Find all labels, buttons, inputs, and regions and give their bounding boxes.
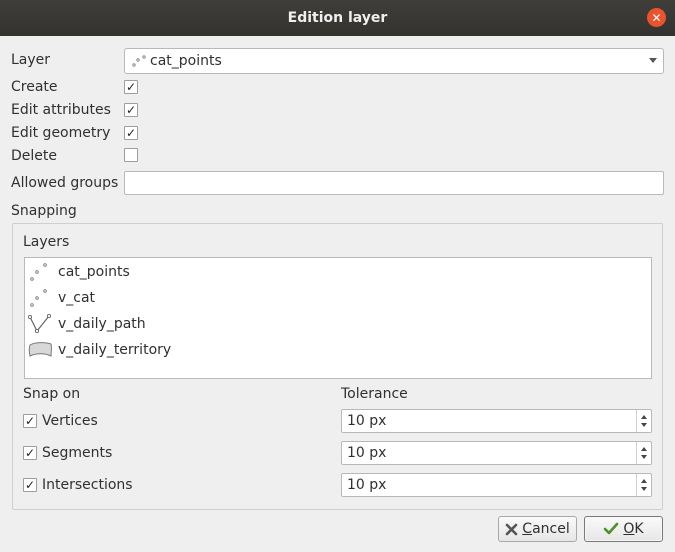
close-icon: ✕ (651, 10, 662, 25)
list-item[interactable]: v_daily_territory (25, 338, 651, 362)
tolerance-value: 10 px (347, 445, 387, 461)
ok-button[interactable]: OK (584, 516, 663, 542)
list-item[interactable]: v_cat (25, 286, 651, 310)
list-item[interactable]: v_daily_path (25, 312, 651, 336)
point-layer-icon (132, 55, 146, 67)
segments-tolerance-spinbox[interactable]: 10 px (341, 441, 652, 465)
title-bar: Edition layer ✕ (0, 0, 675, 36)
segments-label: Segments (42, 445, 113, 461)
layer-name: v_daily_path (58, 316, 146, 332)
layer-combobox[interactable]: cat_points (124, 48, 664, 74)
layers-label: Layers (23, 234, 70, 250)
cancel-label: Cancel (522, 521, 570, 537)
spin-down-icon[interactable] (641, 487, 647, 491)
tolerance-value: 10 px (347, 477, 387, 493)
cancel-button[interactable]: Cancel (498, 516, 577, 542)
segments-checkbox[interactable]: ✓ (23, 446, 37, 460)
layer-selected-value: cat_points (150, 53, 222, 69)
delete-label: Delete (11, 148, 57, 164)
checkmark-icon (604, 522, 619, 535)
spin-down-icon[interactable] (641, 423, 647, 427)
spin-up-icon[interactable] (641, 479, 647, 483)
close-button[interactable]: ✕ (647, 8, 666, 27)
intersections-tolerance-spinbox[interactable]: 10 px (341, 473, 652, 497)
layer-label: Layer (11, 52, 51, 68)
layer-name: cat_points (58, 264, 130, 280)
tolerance-value: 10 px (347, 413, 387, 429)
edit-geometry-checkbox[interactable]: ✓ (124, 126, 138, 140)
create-checkbox[interactable]: ✓ (124, 80, 138, 94)
spin-down-icon[interactable] (641, 455, 647, 459)
edit-attributes-checkbox[interactable]: ✓ (124, 103, 138, 117)
point-layer-icon (27, 260, 55, 284)
chevron-down-icon[interactable] (649, 58, 657, 63)
allowed-groups-input[interactable] (124, 171, 664, 195)
spin-up-icon[interactable] (641, 415, 647, 419)
spin-up-icon[interactable] (641, 447, 647, 451)
window-title: Edition layer (287, 10, 388, 26)
snapping-title: Snapping (11, 203, 77, 219)
edit-attributes-label: Edit attributes (11, 102, 111, 118)
snap-on-label: Snap on (23, 386, 81, 402)
tolerance-label: Tolerance (341, 386, 408, 402)
delete-checkbox[interactable] (124, 148, 138, 162)
vertices-checkbox[interactable]: ✓ (23, 414, 37, 428)
allowed-groups-label: Allowed groups (11, 175, 119, 191)
cancel-icon (505, 523, 518, 535)
list-item[interactable]: cat_points (25, 260, 651, 284)
spin-buttons[interactable] (636, 474, 651, 496)
layer-name: v_daily_territory (58, 342, 172, 358)
point-layer-icon (27, 286, 55, 310)
vertices-tolerance-spinbox[interactable]: 10 px (341, 409, 652, 433)
edit-geometry-label: Edit geometry (11, 125, 111, 141)
ok-label: OK (623, 521, 644, 537)
vertices-label: Vertices (42, 413, 98, 429)
create-label: Create (11, 79, 58, 95)
polygon-layer-icon (27, 338, 55, 362)
spin-buttons[interactable] (636, 410, 651, 432)
layer-name: v_cat (58, 290, 96, 306)
intersections-checkbox[interactable]: ✓ (23, 478, 37, 492)
line-layer-icon (27, 312, 55, 336)
snapping-layers-list[interactable]: cat_points v_cat v_daily_path v_daily_te… (24, 257, 652, 379)
spin-buttons[interactable] (636, 442, 651, 464)
intersections-label: Intersections (42, 477, 133, 493)
